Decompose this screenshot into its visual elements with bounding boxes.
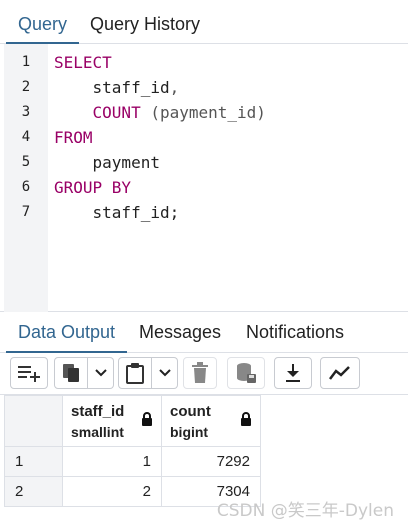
code-text: payment xyxy=(54,150,160,175)
chevron-down-icon xyxy=(94,368,108,378)
lock-icon xyxy=(240,412,252,431)
line-number: 3 xyxy=(21,104,31,120)
delete-icon xyxy=(191,362,209,384)
tab-query-history[interactable]: Query History xyxy=(78,0,212,44)
add-row-button[interactable] xyxy=(10,357,48,389)
copy-options-button[interactable] xyxy=(88,357,114,389)
code-line[interactable]: 4 FROM xyxy=(0,125,408,150)
line-number: 7 xyxy=(21,204,31,220)
query-tab-bar: Query Query History xyxy=(0,0,408,45)
column-header-count[interactable]: count bigint xyxy=(161,395,261,447)
sql-keyword: GROUP BY xyxy=(54,178,132,197)
code-line[interactable]: 1 SELECT xyxy=(0,50,408,75)
code-text: GROUP BY xyxy=(54,175,131,200)
code-line[interactable]: 3 COUNT (payment_id) xyxy=(0,100,408,125)
output-tab-bar: Data Output Messages Notifications xyxy=(0,313,408,354)
table-cell[interactable]: 1 xyxy=(62,446,162,477)
data-output-toolbar xyxy=(0,353,408,395)
result-table: staff_id smallint count bigint 1 1 7292 … xyxy=(4,395,261,507)
sql-keyword: COUNT xyxy=(92,103,141,122)
table-cell[interactable]: 2 xyxy=(62,476,162,507)
row-number-header xyxy=(4,395,63,447)
download-button[interactable] xyxy=(274,357,312,389)
tab-data-output[interactable]: Data Output xyxy=(6,313,128,354)
paste-button[interactable] xyxy=(118,357,152,389)
save-data-icon xyxy=(235,362,257,384)
column-header-staff-id[interactable]: staff_id smallint xyxy=(62,395,162,447)
code-token: (payment_id) xyxy=(140,103,266,122)
table-cell[interactable]: 7292 xyxy=(161,446,261,477)
lock-icon xyxy=(141,412,153,431)
graph-icon xyxy=(328,364,352,382)
tab-notifications[interactable]: Notifications xyxy=(234,313,356,353)
code-line[interactable]: 6 GROUP BY xyxy=(0,175,408,200)
tab-messages[interactable]: Messages xyxy=(127,313,233,353)
copy-icon xyxy=(61,362,81,384)
code-token: staff_id xyxy=(54,78,170,97)
row-number: 1 xyxy=(4,446,63,477)
code-line[interactable]: 5 payment xyxy=(0,150,408,175)
watermark: CSDN @笑三年-Dylen xyxy=(216,501,394,521)
code-token: payment xyxy=(54,153,160,172)
code-text: COUNT (payment_id) xyxy=(54,100,266,125)
line-number: 6 xyxy=(21,179,31,195)
table-row[interactable]: 1 1 7292 xyxy=(4,446,261,477)
code-text: FROM xyxy=(54,125,93,150)
download-icon xyxy=(283,362,303,384)
code-line[interactable]: 2 staff_id, xyxy=(0,75,408,100)
code-text: staff_id, xyxy=(54,75,180,100)
chevron-down-icon xyxy=(158,368,172,378)
code-text: staff_id; xyxy=(54,200,180,225)
code-token: staff_id; xyxy=(54,203,180,222)
line-number: 2 xyxy=(21,79,31,95)
line-number: 5 xyxy=(21,154,31,170)
code-token: , xyxy=(169,78,180,97)
save-data-button[interactable] xyxy=(227,357,265,389)
code-line[interactable]: 7 staff_id; xyxy=(0,200,408,225)
sql-editor[interactable]: 1 SELECT 2 staff_id, 3 COUNT (payment_id) 4 F… xyxy=(0,44,408,312)
line-number: 1 xyxy=(21,54,31,70)
sql-keyword: SELECT xyxy=(54,53,112,72)
delete-button[interactable] xyxy=(183,357,217,389)
code-text: SELECT xyxy=(54,50,112,75)
line-number: 4 xyxy=(21,129,31,145)
sql-keyword: FROM xyxy=(54,128,93,147)
row-number: 2 xyxy=(4,476,63,507)
paste-options-button[interactable] xyxy=(152,357,178,389)
header-row: staff_id smallint count bigint xyxy=(4,395,261,447)
add-row-icon xyxy=(17,363,41,383)
paste-icon xyxy=(125,362,145,384)
graph-button[interactable] xyxy=(320,357,360,389)
tab-query[interactable]: Query xyxy=(6,0,80,45)
copy-button[interactable] xyxy=(54,357,88,389)
